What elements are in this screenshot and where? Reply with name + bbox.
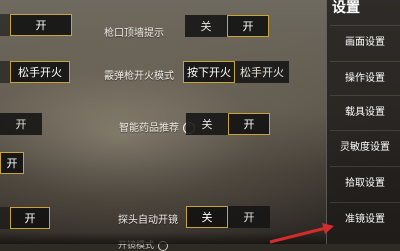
sidebar-item-sensitivity[interactable]: 灵敏度设置 (330, 130, 400, 159)
left-toggle-row1-off[interactable] (0, 14, 10, 36)
left-toggle-row2-press[interactable] (0, 61, 10, 83)
sidebar-item-scope[interactable]: 准镜设置 (330, 202, 400, 231)
muzzle-wall-hint-on[interactable]: 开 (227, 15, 269, 37)
peek-auto-scope-off[interactable]: 关 (186, 206, 228, 228)
left-toggle-row5-on[interactable]: 开 (10, 207, 50, 229)
sidebar-title: 设置 (332, 0, 360, 16)
muzzle-wall-hint-toggle: 关 开 (185, 15, 269, 37)
shotgun-release-fire[interactable]: 松手开火 (235, 61, 289, 83)
peek-auto-scope-on[interactable]: 开 (228, 206, 270, 228)
muzzle-wall-hint-label: 枪口顶墙提示 (104, 28, 164, 39)
smart-medicine-label: 智能药品推荐? (119, 119, 195, 134)
left-toggle-row2-release[interactable]: 松手开火 (10, 61, 70, 83)
shotgun-press-fire[interactable]: 按下开火 (183, 61, 235, 83)
sidebar-item-graphics[interactable]: 画面设置 (330, 25, 400, 54)
red-arrow-icon (269, 223, 334, 244)
muzzle-wall-hint-off[interactable]: 关 (185, 15, 227, 37)
sidebar-item-vehicle[interactable]: 载具设置 (330, 95, 400, 124)
left-toggle-row3: 开 (0, 113, 42, 135)
smart-medicine-toggle: 关 开 (186, 113, 270, 135)
sidebar-item-pickup[interactable]: 拾取设置 (330, 166, 400, 195)
smart-medicine-on[interactable]: 开 (228, 113, 270, 135)
left-toggle-row5: 开 (0, 207, 50, 229)
smart-medicine-label-text: 智能药品推荐 (119, 123, 179, 134)
left-toggle-row3-on[interactable]: 开 (0, 113, 42, 135)
left-toggle-row2: 松手开火 (0, 61, 70, 83)
left-toggle-row1: 开 (0, 14, 72, 36)
shotgun-fire-mode-label: 霰弹枪开火模式 (104, 71, 174, 82)
peek-auto-scope-toggle: 关 开 (186, 206, 270, 228)
peek-auto-scope-label: 探头自动开镜 (118, 215, 178, 226)
left-toggle-row4-on[interactable]: 开 (0, 152, 24, 174)
left-toggle-row5-off[interactable] (0, 207, 10, 229)
left-toggle-row4: 开 (0, 152, 24, 174)
shotgun-fire-mode-toggle: 按下开火 松手开火 (183, 61, 289, 83)
left-toggle-row1-on[interactable]: 开 (10, 14, 72, 36)
sidebar-item-controls[interactable]: 操作设置 (330, 61, 400, 90)
smart-medicine-off[interactable]: 关 (186, 113, 228, 135)
